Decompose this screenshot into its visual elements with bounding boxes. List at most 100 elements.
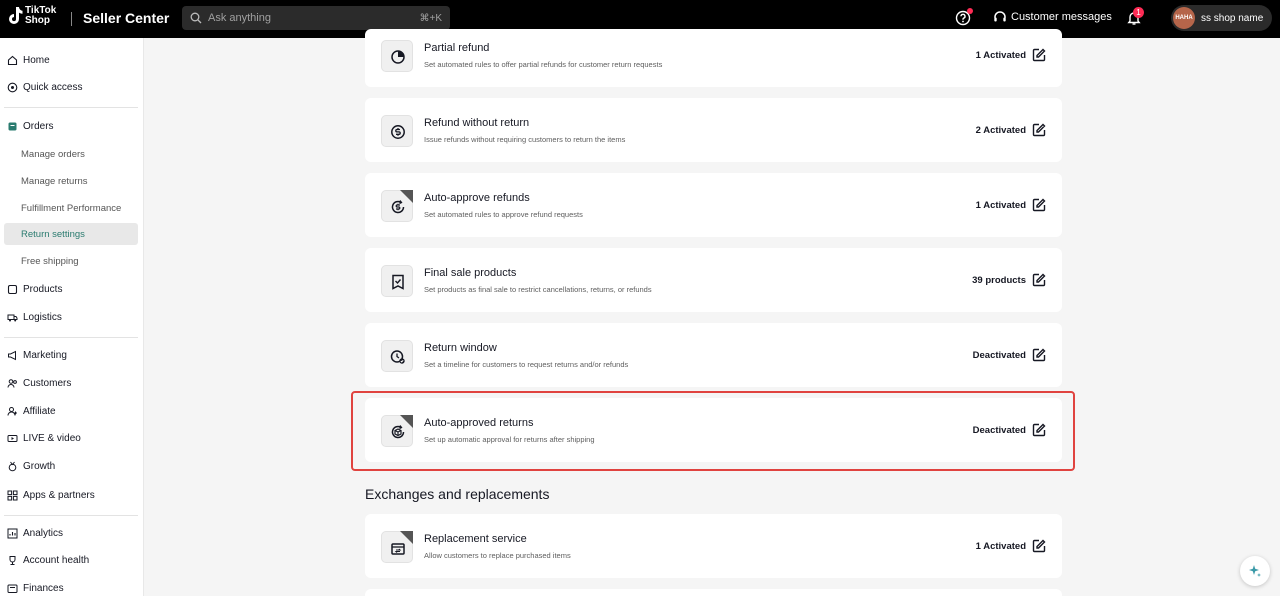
edit-icon[interactable] [1032,348,1046,362]
card-description: Set automated rules to offer partial ref… [424,60,663,69]
sidebar-item-label: Logistics [23,311,62,323]
sidebar-item-apps-partners[interactable]: Apps & partners [0,484,144,506]
truck-icon [7,314,18,321]
analytics-icon [7,528,18,538]
sidebar-item-home[interactable]: Home [0,49,144,71]
trophy-icon [9,555,16,565]
customer-messages-button[interactable]: Customer messages [993,10,1112,24]
card-title: Partial refund [424,42,490,54]
sidebar-item-growth[interactable]: Growth [0,455,144,477]
shop-name: ss shop name [1201,12,1264,24]
sidebar-item-manage-orders[interactable]: Manage orders [4,143,138,165]
settings-card-replacement-service: Replacement service Allow customers to r… [365,514,1062,578]
sidebar: Home Quick access Orders Manage orders M… [0,38,144,596]
affiliate-icon [7,406,17,416]
edit-icon[interactable] [1032,123,1046,137]
card-status: 1 Activated [975,200,1026,211]
box-swap-icon [381,531,413,563]
apps-icon [7,490,18,500]
medal-icon [8,461,17,471]
logo-divider [71,12,72,26]
section-heading-exchanges: Exchanges and replacements [365,486,550,502]
sidebar-item-label: Apps & partners [23,489,95,501]
sidebar-item-return-settings[interactable]: Return settings [4,223,138,245]
highlight-box [351,391,1075,471]
sidebar-item-label: Affiliate [23,405,56,417]
sidebar-item-logistics[interactable]: Logistics [0,306,144,328]
tiktok-shop-logo[interactable]: TikTok Shop [7,6,56,26]
search-icon [190,12,202,24]
sidebar-item-free-shipping[interactable]: Free shipping [4,250,138,272]
logo-text-line2: Shop [25,15,50,26]
help-button[interactable] [955,8,973,26]
customer-messages-label: Customer messages [1011,11,1112,23]
search-box[interactable]: ⌘+K [182,6,450,30]
sidebar-item-label: Customers [23,377,72,389]
sidebar-item-orders[interactable]: Orders [0,115,144,137]
edit-icon[interactable] [1032,539,1046,553]
products-icon [7,284,18,294]
edit-icon[interactable] [1032,48,1046,62]
settings-card-auto-approve-refunds: Auto-approve refunds Set automated rules… [365,173,1062,237]
card-description: Allow customers to replace purchased ite… [424,551,571,560]
compass-icon [7,82,18,92]
app-name: Seller Center [83,10,170,26]
sidebar-item-customers[interactable]: Customers [0,372,144,394]
search-input[interactable] [208,12,408,24]
card-status: 1 Activated [975,50,1026,61]
search-shortcut: ⌘+K [419,12,442,24]
clock-icon [381,340,413,372]
sidebar-item-fulfillment-performance[interactable]: Fulfillment Performance [4,197,138,219]
sidebar-item-label: Account health [23,554,90,566]
headset-icon [994,11,1006,22]
sidebar-item-label: Orders [23,120,54,132]
sidebar-item-account-health[interactable]: Account health [0,549,144,571]
sidebar-item-quick-access[interactable]: Quick access [0,76,144,98]
card-description: Issue refunds without requiring customer… [424,135,626,144]
wallet-icon [7,584,18,593]
card-description: Set automated rules to approve refund re… [424,210,583,219]
sidebar-item-label: Analytics [23,527,64,539]
sidebar-item-products[interactable]: Products [0,278,144,300]
sidebar-item-live-video[interactable]: LIVE & video [0,427,144,449]
home-icon [7,55,18,65]
card-title: Replacement service [424,533,527,545]
sidebar-item-label: LIVE & video [23,432,81,444]
edit-icon[interactable] [1032,198,1046,212]
ai-assistant-button[interactable] [1240,556,1270,586]
sidebar-item-label: Growth [23,460,56,472]
edit-icon[interactable] [1032,273,1046,287]
sidebar-item-marketing[interactable]: Marketing [0,344,144,366]
settings-card-return-window: Return window Set a timeline for custome… [365,323,1062,387]
help-notification-dot [967,8,973,14]
card-status: 2 Activated [975,125,1026,136]
card-status: Deactivated [972,350,1026,361]
dollar-cycle-icon [381,190,413,222]
avatar: HAHA [1173,7,1195,29]
tiktok-logo-icon [9,7,23,24]
card-description: Set products as final sale to restrict c… [424,285,652,294]
sidebar-item-manage-returns[interactable]: Manage returns [4,170,138,192]
sidebar-item-label: Products [23,283,63,295]
settings-card-final-sale-products: Final sale products Set products as fina… [365,248,1062,312]
pie-chart-icon [381,40,413,72]
settings-card-partial [365,589,1062,596]
card-status: 39 products [972,275,1026,286]
settings-card-partial-refund: Partial refund Set automated rules to of… [365,29,1062,87]
orders-icon [8,122,17,130]
megaphone-icon [8,350,16,360]
sidebar-item-analytics[interactable]: Analytics [0,522,144,544]
new-corner-tag-icon [400,531,413,544]
sidebar-item-finances[interactable]: Finances [0,577,144,596]
card-title: Final sale products [424,267,517,279]
sidebar-divider [4,107,138,108]
card-title: Auto-approve refunds [424,192,530,204]
sidebar-item-label: Home [23,54,50,66]
sidebar-item-label: Marketing [23,349,67,361]
sidebar-item-affiliate[interactable]: Affiliate [0,400,144,422]
tag-check-icon [381,265,413,297]
dollar-circle-icon [381,115,413,147]
sidebar-item-label: Finances [23,582,64,594]
profile-menu[interactable]: HAHA ss shop name [1171,5,1272,31]
card-description: Set a timeline for customers to request … [424,360,629,369]
